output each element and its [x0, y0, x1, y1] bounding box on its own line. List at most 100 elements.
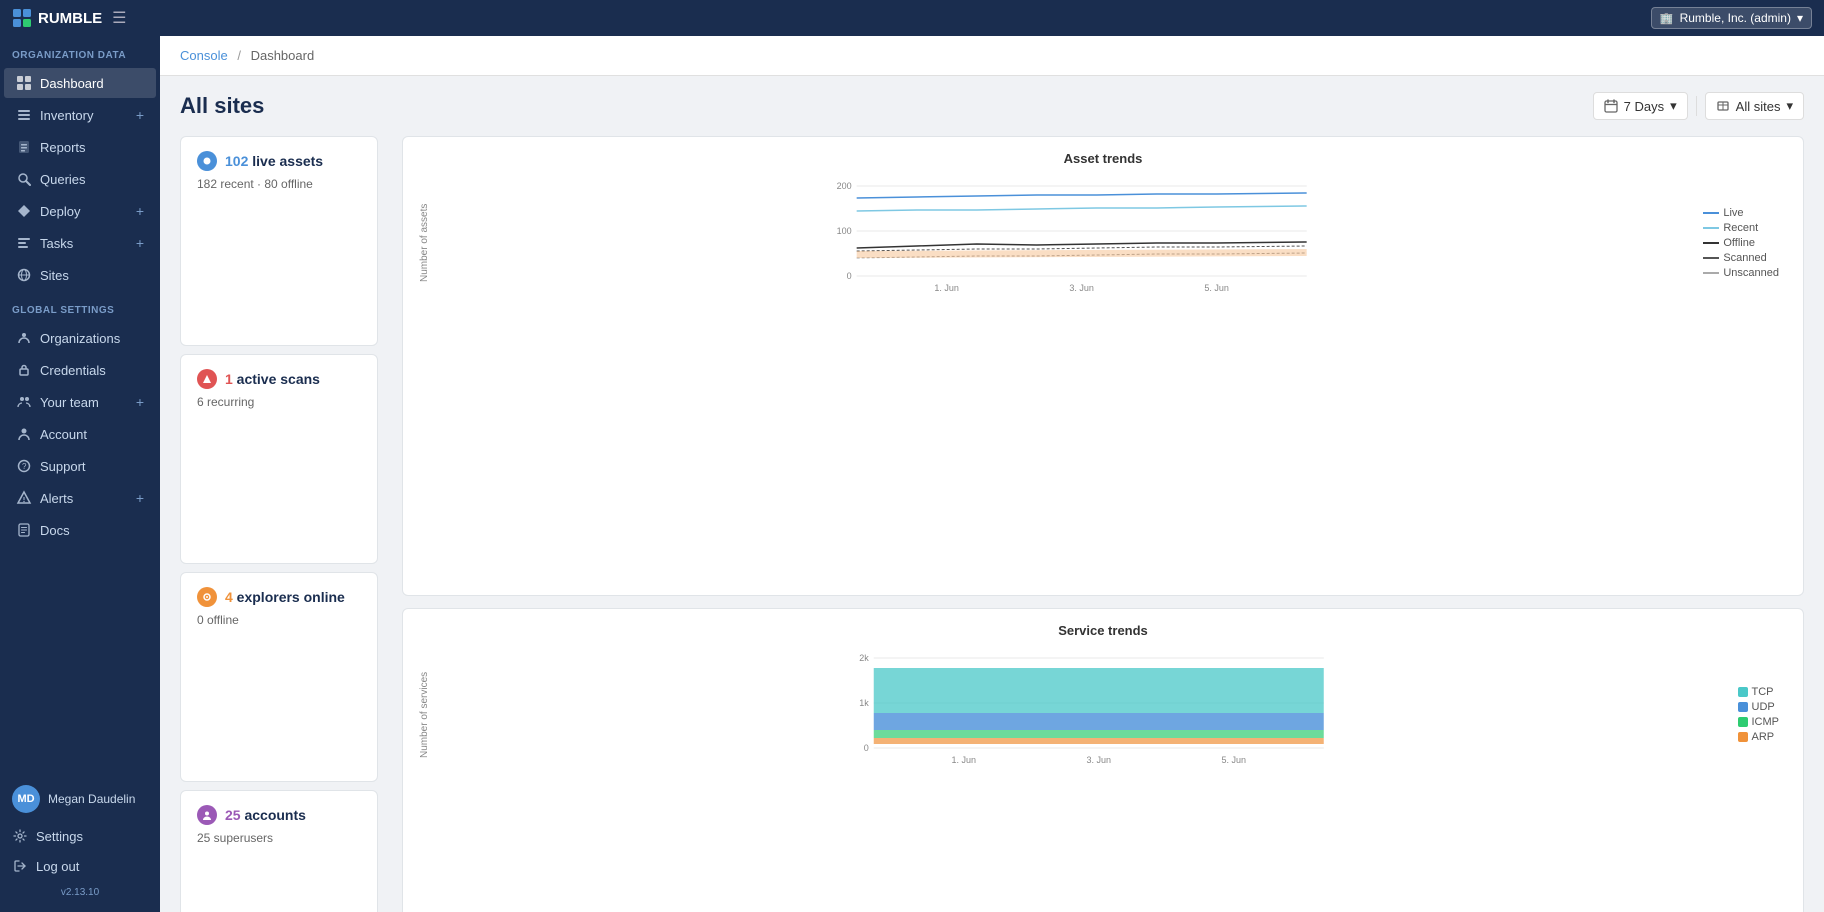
svg-text:1k: 1k	[859, 698, 869, 708]
page-title: All sites	[180, 93, 264, 119]
stats-column: 102 live assets 182 recent · 80 offline …	[180, 136, 390, 912]
svg-text:?: ?	[22, 462, 27, 471]
sidebar-item-credentials[interactable]: Credentials	[4, 355, 156, 385]
yourteam-add-icon[interactable]: +	[136, 394, 144, 410]
sidebar-item-queries[interactable]: Queries	[4, 164, 156, 194]
svg-text:2k: 2k	[859, 653, 869, 663]
active-scans-icon	[197, 369, 217, 389]
content-area: All sites 7 Days ▾ All sites ▾	[160, 76, 1824, 912]
svg-text:1. Jun: 1. Jun	[934, 283, 959, 293]
main-content: Console / Dashboard All sites 7 Days ▾	[160, 36, 1824, 912]
accounts-icon	[197, 805, 217, 825]
sidebar-item-account[interactable]: Account	[4, 419, 156, 449]
breadcrumb-current: Dashboard	[251, 48, 315, 63]
service-y-label: Number of services	[419, 648, 430, 781]
sidebar-user: MD Megan Daudelin	[0, 777, 160, 821]
inventory-add-icon[interactable]: +	[136, 107, 144, 123]
svg-text:0: 0	[864, 743, 869, 753]
sidebar: ORGANIZATION DATA Dashboard Inventory +	[0, 36, 160, 912]
tasks-icon	[16, 235, 32, 251]
support-icon: ?	[16, 458, 32, 474]
user-name: Megan Daudelin	[48, 792, 135, 806]
svg-text:3. Jun: 3. Jun	[1069, 283, 1094, 293]
stats-charts-row: 102 live assets 182 recent · 80 offline …	[180, 136, 1804, 912]
logo: RUMBLE	[12, 8, 102, 28]
page-header: All sites 7 Days ▾ All sites ▾	[180, 92, 1804, 120]
tasks-add-icon[interactable]: +	[136, 235, 144, 251]
asset-y-label: Number of assets	[419, 176, 430, 309]
reports-icon	[16, 139, 32, 155]
settings-icon	[12, 828, 28, 844]
logout-icon	[12, 858, 28, 874]
accounts-sub: 25 superusers	[197, 831, 361, 845]
queries-icon	[16, 171, 32, 187]
date-chevron-icon: ▾	[1670, 98, 1677, 114]
service-trends-svg: 2k 1k 0	[438, 648, 1730, 778]
svg-text:0: 0	[847, 271, 852, 281]
divider	[1696, 96, 1697, 116]
site-selector[interactable]: All sites ▾	[1705, 92, 1804, 120]
deploy-add-icon[interactable]: +	[136, 203, 144, 219]
stat-accounts: 25 accounts 25 superusers	[180, 790, 378, 912]
stat-live-assets: 102 live assets 182 recent · 80 offline	[180, 136, 378, 346]
breadcrumb-separator: /	[237, 48, 241, 63]
org-section-label: ORGANIZATION DATA	[0, 36, 160, 67]
organizations-icon	[16, 330, 32, 346]
sidebar-item-dashboard[interactable]: Dashboard	[4, 68, 156, 98]
asset-trends-svg: 200 100 0	[438, 176, 1695, 306]
header-controls: 7 Days ▾ All sites ▾	[1593, 92, 1804, 120]
deploy-icon	[16, 203, 32, 219]
live-assets-icon	[197, 151, 217, 171]
layout: ORGANIZATION DATA Dashboard Inventory +	[0, 36, 1824, 912]
sidebar-item-reports[interactable]: Reports	[4, 132, 156, 162]
version-label: v2.13.10	[0, 881, 160, 904]
stat-explorers: 4 explorers online 0 offline	[180, 572, 378, 782]
sidebar-item-docs[interactable]: Docs	[4, 515, 156, 545]
svg-text:200: 200	[837, 181, 852, 191]
calendar-icon	[1604, 99, 1618, 113]
svg-text:5. Jun: 5. Jun	[1204, 283, 1229, 293]
sidebar-item-yourteam[interactable]: Your team +	[4, 387, 156, 417]
topbar-left: RUMBLE ☰	[12, 8, 127, 28]
sidebar-item-deploy[interactable]: Deploy +	[4, 196, 156, 226]
sidebar-item-logout[interactable]: Log out	[0, 852, 160, 880]
stat-active-scans: 1 active scans 6 recurring	[180, 354, 378, 564]
topbar: RUMBLE ☰ 🏢 Rumble, Inc. (admin) ▾	[0, 0, 1824, 36]
asset-trends-title: Asset trends	[419, 151, 1787, 166]
site-chevron-icon: ▾	[1786, 98, 1793, 114]
breadcrumb-parent[interactable]: Console	[180, 48, 228, 63]
asset-trends-chart: Asset trends Number of assets	[402, 136, 1804, 596]
sidebar-item-support[interactable]: ? Support	[4, 451, 156, 481]
site-icon	[1716, 99, 1730, 113]
charts-column: Asset trends Number of assets	[402, 136, 1804, 912]
svg-text:100: 100	[837, 226, 852, 236]
explorers-icon	[197, 587, 217, 607]
svg-text:1. Jun: 1. Jun	[951, 755, 976, 765]
date-range-selector[interactable]: 7 Days ▾	[1593, 92, 1688, 120]
alerts-add-icon[interactable]: +	[136, 490, 144, 506]
yourteam-icon	[16, 394, 32, 410]
asset-legend: Live Recent Offline Scanned Unscanned	[1703, 176, 1787, 309]
hamburger-icon[interactable]: ☰	[112, 8, 126, 28]
svg-text:3. Jun: 3. Jun	[1086, 755, 1111, 765]
dashboard-icon	[16, 75, 32, 91]
sidebar-item-inventory[interactable]: Inventory +	[4, 100, 156, 130]
inventory-icon	[16, 107, 32, 123]
sites-icon	[16, 267, 32, 283]
breadcrumb: Console / Dashboard	[160, 36, 1824, 76]
avatar: MD	[12, 785, 40, 813]
svg-text:5. Jun: 5. Jun	[1221, 755, 1246, 765]
service-trends-title: Service trends	[419, 623, 1787, 638]
sidebar-item-tasks[interactable]: Tasks +	[4, 228, 156, 258]
alerts-icon	[16, 490, 32, 506]
active-scans-sub: 6 recurring	[197, 395, 361, 409]
sidebar-item-organizations[interactable]: Organizations	[4, 323, 156, 353]
live-assets-sub: 182 recent · 80 offline	[197, 177, 361, 191]
sidebar-item-alerts[interactable]: Alerts +	[4, 483, 156, 513]
org-selector[interactable]: 🏢 Rumble, Inc. (admin) ▾	[1651, 7, 1812, 29]
service-legend: TCP UDP ICMP ARP	[1738, 648, 1788, 781]
logo-icon	[12, 8, 32, 28]
sidebar-item-sites[interactable]: Sites	[4, 260, 156, 290]
account-icon	[16, 426, 32, 442]
sidebar-item-settings[interactable]: Settings	[0, 822, 160, 850]
